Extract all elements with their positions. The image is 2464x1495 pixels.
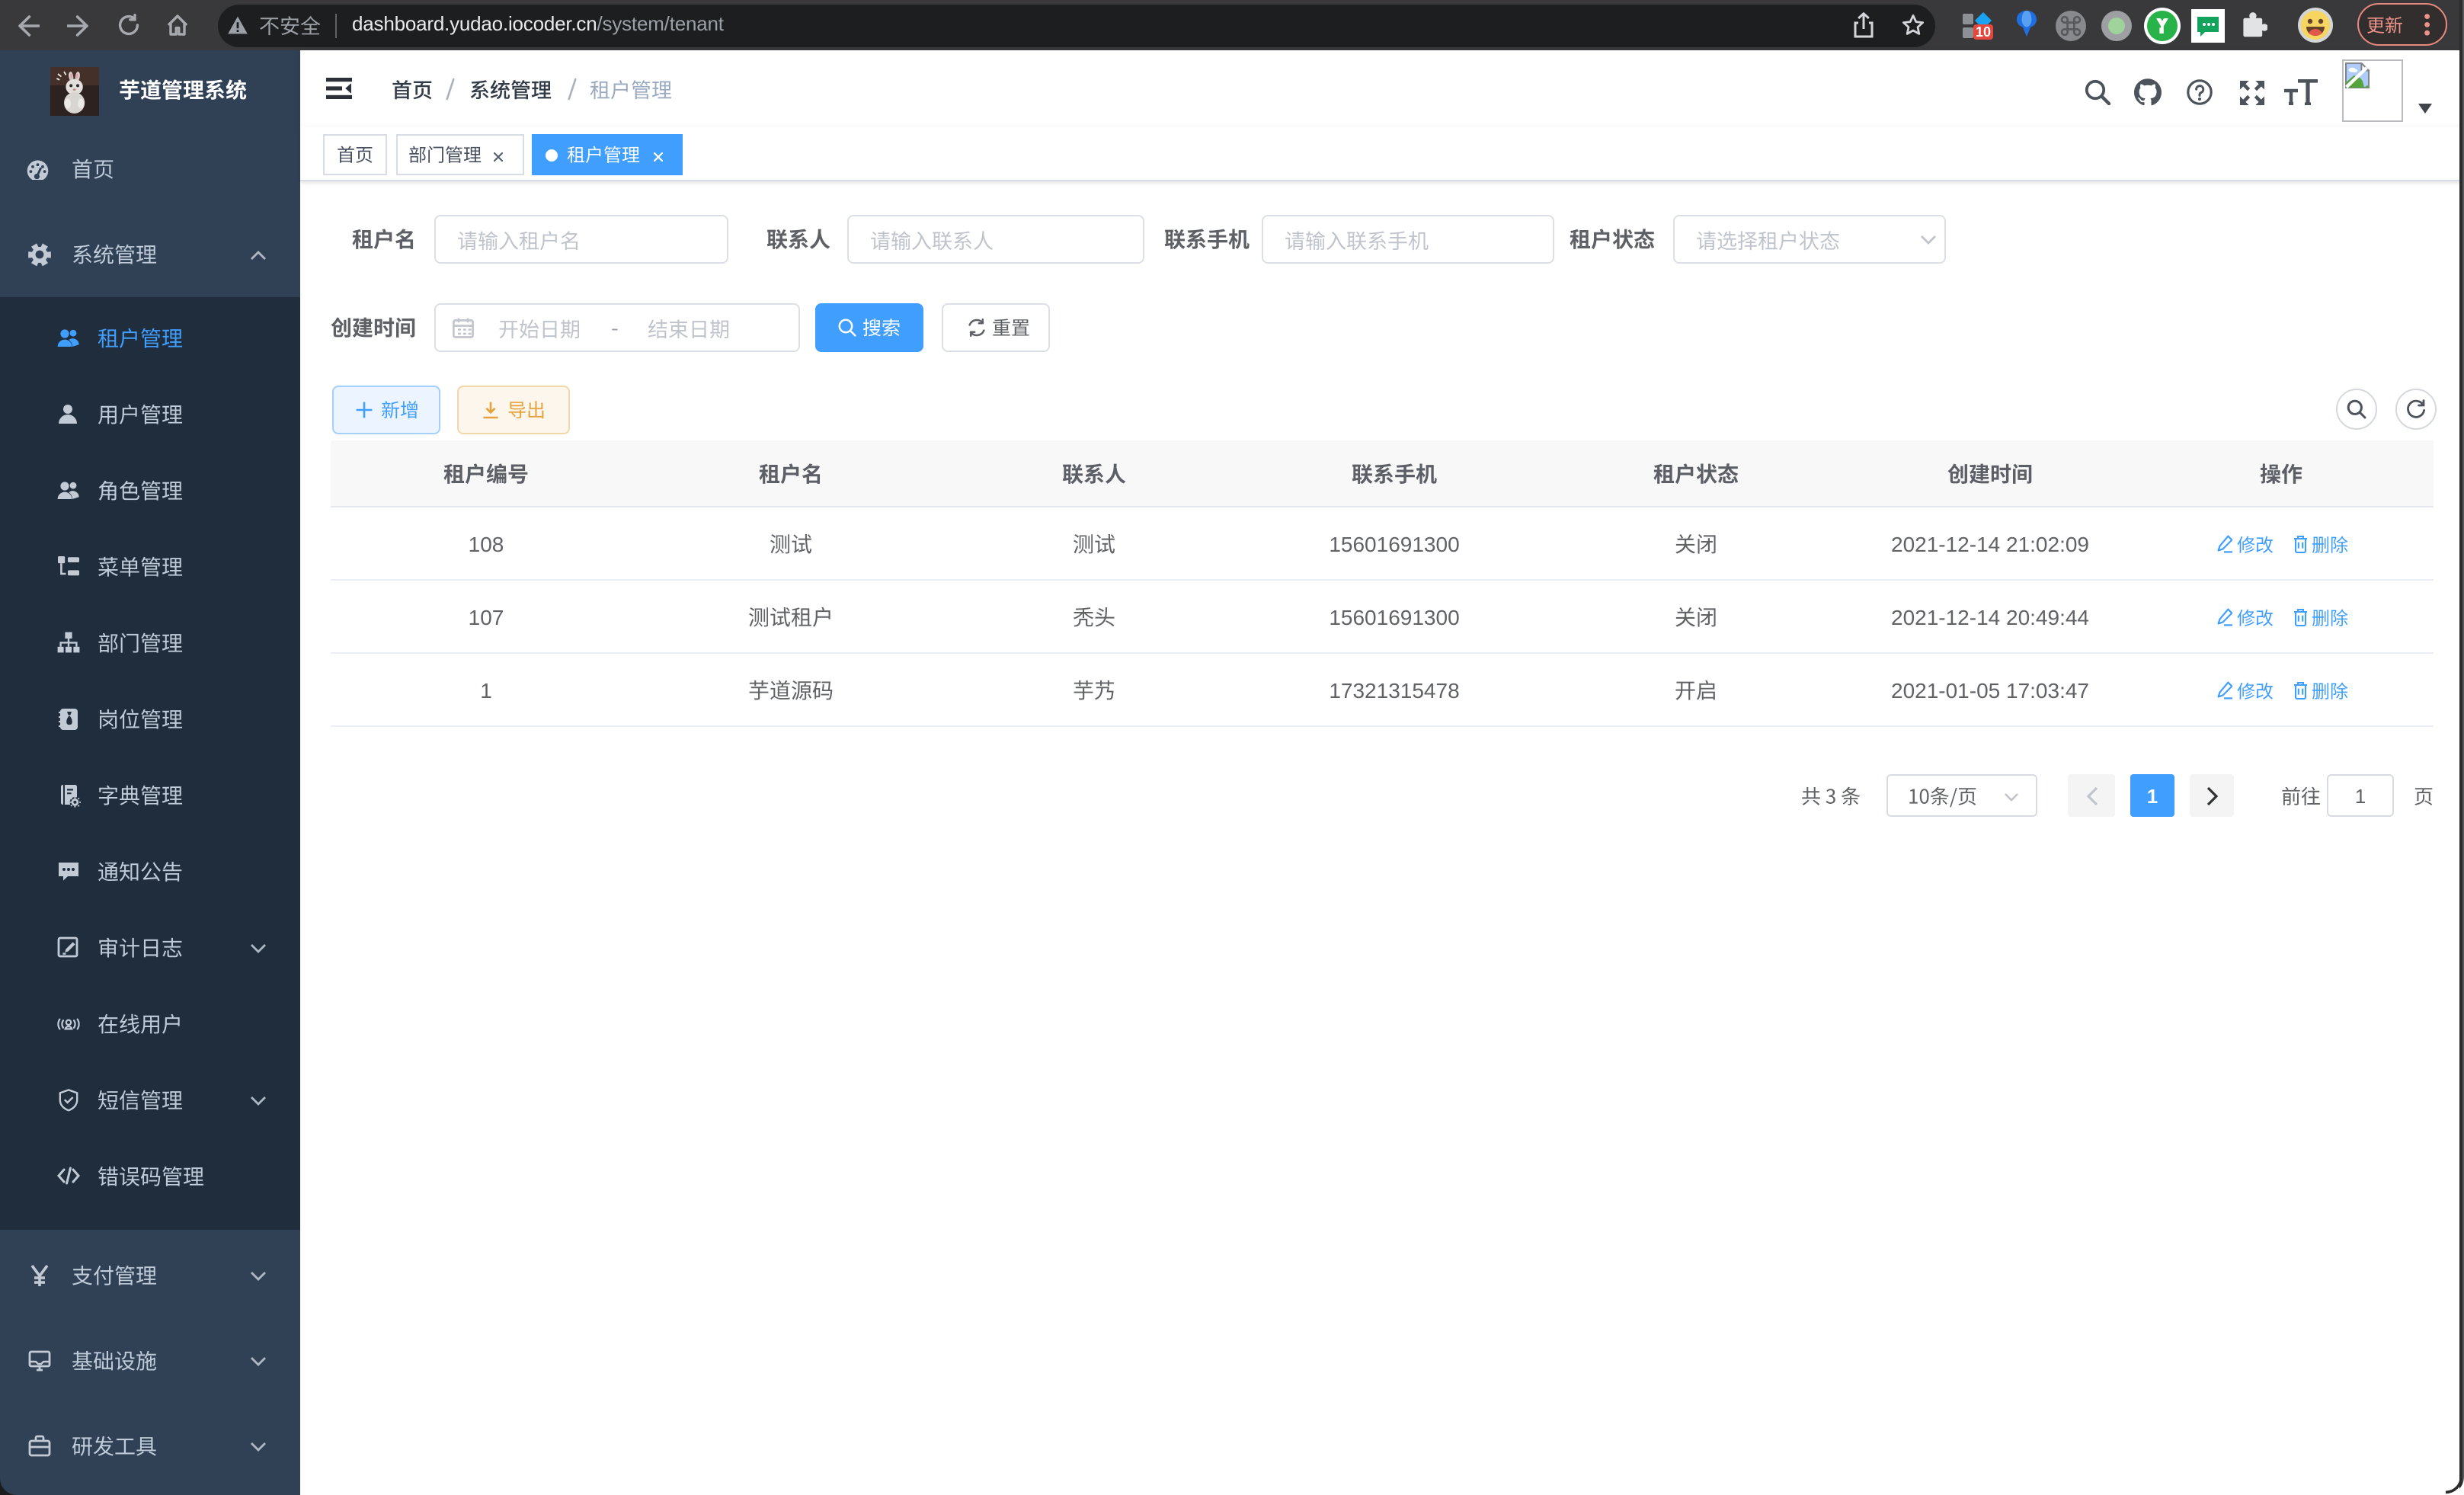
svg-text:10: 10: [1976, 24, 1991, 40]
